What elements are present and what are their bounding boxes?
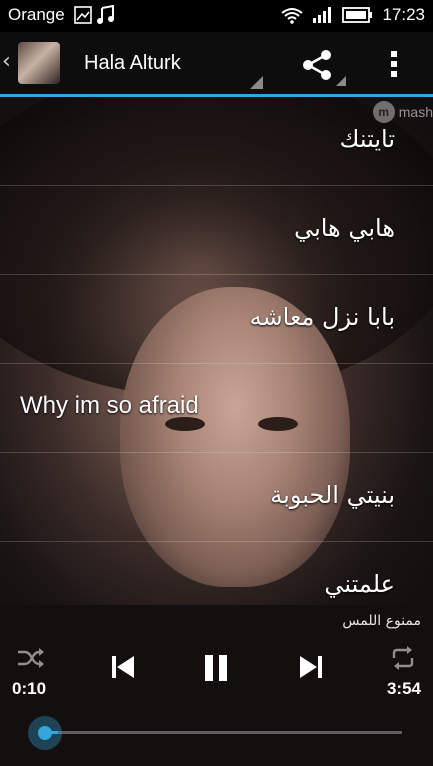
current-time: 0:10 <box>12 679 47 698</box>
next-track-icon[interactable] <box>298 653 324 681</box>
image-notification-icon <box>74 6 92 24</box>
song-list-area: m mash تايتنك هابي هابي بابا نزل معاشه W… <box>0 97 433 605</box>
battery-icon <box>342 7 373 23</box>
artist-avatar[interactable] <box>18 42 60 84</box>
song-title: Why im so afraid <box>20 392 199 419</box>
song-item[interactable]: هابي هابي <box>0 186 433 275</box>
action-bar: ‹ Hala Alturk <box>0 32 433 94</box>
repeat-icon[interactable] <box>390 645 416 671</box>
song-title: علمتني <box>324 570 395 598</box>
track-duration: 3:54 <box>386 679 421 698</box>
previous-track-icon[interactable] <box>110 653 136 681</box>
back-chevron-icon[interactable]: ‹ <box>2 49 11 74</box>
signal-icon <box>313 7 332 23</box>
now-playing-title: ممنوع اللمس <box>342 613 421 629</box>
status-bar: Orange 17:23 <box>0 0 433 32</box>
song-list: تايتنك هابي هابي بابا نزل معاشه Why im s… <box>0 97 433 605</box>
pause-icon[interactable] <box>203 653 229 683</box>
song-title: هابي هابي <box>294 214 395 242</box>
song-item[interactable]: علمتني <box>0 542 433 605</box>
song-item[interactable]: بابا نزل معاشه <box>0 275 433 364</box>
share-dropdown-corner-icon <box>336 76 346 86</box>
share-icon[interactable] <box>300 48 334 82</box>
shuffle-icon[interactable] <box>16 645 46 671</box>
song-title: بنيتي الحبوبة <box>270 481 395 509</box>
dropdown-corner-icon[interactable] <box>250 76 263 89</box>
clock: 17:23 <box>382 5 425 24</box>
song-title: بابا نزل معاشه <box>249 303 395 331</box>
seek-bar-thumb[interactable] <box>28 716 62 750</box>
song-item[interactable]: بنيتي الحبوبة <box>0 453 433 542</box>
carrier-label: Orange <box>8 5 65 24</box>
artist-title[interactable]: Hala Alturk <box>84 52 181 75</box>
song-title: تايتنك <box>339 125 395 153</box>
music-note-icon <box>97 5 114 24</box>
song-item[interactable]: تايتنك <box>0 97 433 186</box>
wifi-icon <box>281 8 304 24</box>
player-panel: ممنوع اللمس 0:10 3:54 <box>0 605 433 766</box>
seek-bar[interactable] <box>44 731 402 734</box>
overflow-menu-icon[interactable] <box>386 49 402 79</box>
song-item[interactable]: Why im so afraid <box>0 364 433 453</box>
